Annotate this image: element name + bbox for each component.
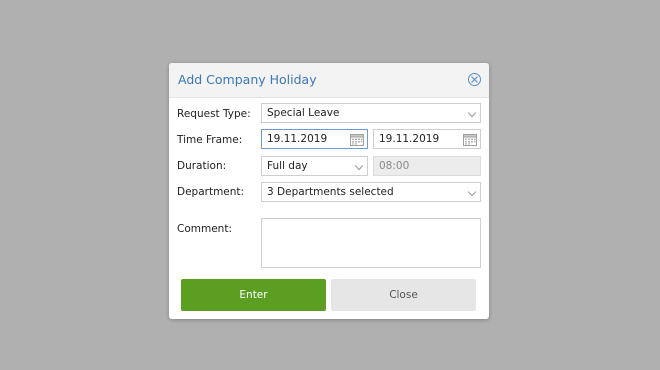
comment-label: Comment:: [177, 223, 232, 235]
dialog-title: Add Company Holiday: [178, 72, 317, 87]
time-frame-to-input[interactable]: 19.11.2019: [373, 129, 481, 149]
time-frame-label: Time Frame:: [177, 134, 243, 146]
close-button[interactable]: Close: [331, 279, 476, 311]
duration-value: Full day: [267, 160, 308, 172]
duration-time-value: 08:00: [379, 160, 410, 172]
add-company-holiday-dialog: Add Company Holiday Request Type: Specia…: [169, 63, 489, 319]
request-type-label: Request Type:: [177, 108, 251, 120]
department-select[interactable]: 3 Departments selected: [261, 182, 481, 202]
department-value: 3 Departments selected: [267, 186, 394, 198]
time-frame-from-value: 19.11.2019: [267, 133, 328, 145]
calendar-icon[interactable]: [463, 133, 477, 148]
close-icon[interactable]: [468, 73, 481, 86]
dialog-header: Add Company Holiday: [169, 63, 489, 98]
calendar-icon[interactable]: [350, 133, 364, 148]
enter-button[interactable]: Enter: [181, 279, 326, 311]
chevron-down-icon: [467, 108, 477, 118]
time-frame-from-input[interactable]: 19.11.2019: [261, 129, 368, 149]
request-type-select[interactable]: Special Leave: [261, 103, 481, 123]
comment-textarea[interactable]: [261, 218, 481, 268]
chevron-down-icon: [354, 161, 364, 171]
time-frame-to-value: 19.11.2019: [379, 133, 440, 145]
request-type-value: Special Leave: [267, 107, 340, 119]
duration-label: Duration:: [177, 160, 227, 172]
department-label: Department:: [177, 186, 245, 198]
chevron-down-icon: [467, 187, 477, 197]
duration-time-input: 08:00: [373, 156, 481, 176]
duration-select[interactable]: Full day: [261, 156, 368, 176]
